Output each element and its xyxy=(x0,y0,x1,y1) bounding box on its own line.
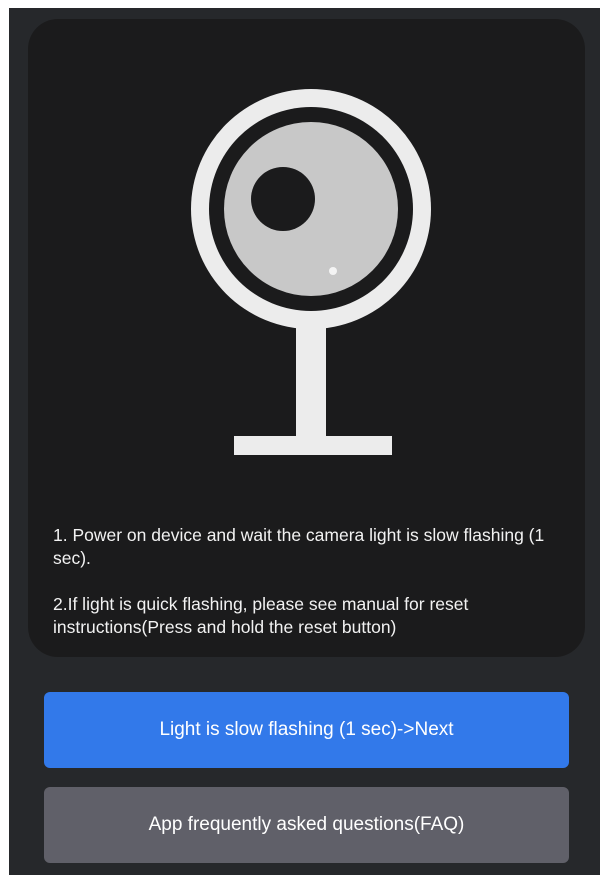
faq-button[interactable]: App frequently asked questions(FAQ) xyxy=(44,787,569,863)
instruction-card: 1. Power on device and wait the camera l… xyxy=(28,19,585,657)
instructions: 1. Power on device and wait the camera l… xyxy=(53,524,568,639)
setup-screen: 1. Power on device and wait the camera l… xyxy=(9,8,600,875)
instruction-step-1: 1. Power on device and wait the camera l… xyxy=(53,525,545,568)
instruction-step-2: 2.If light is quick flashing, please see… xyxy=(53,594,469,637)
next-button[interactable]: Light is slow flashing (1 sec)->Next xyxy=(44,692,569,768)
camera-icon xyxy=(191,89,431,455)
